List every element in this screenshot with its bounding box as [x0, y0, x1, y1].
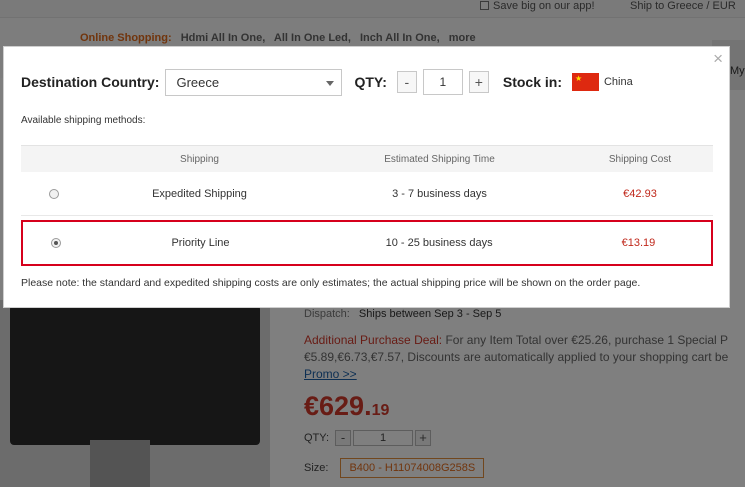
radio-cell [21, 188, 87, 199]
qty-input[interactable]: 1 [422, 69, 463, 95]
radio-button-selected[interactable] [50, 238, 61, 248]
header-cost: Shipping Cost [608, 153, 672, 165]
shipping-cost: €13.19 [621, 237, 656, 249]
radio-cell [23, 238, 89, 248]
table-row-selected[interactable]: Priority Line 10 - 25 business days €13.… [21, 220, 713, 266]
destination-country-select[interactable]: Greece [165, 68, 343, 96]
stock-in-label: Stock in: [502, 74, 562, 90]
destination-country-value: Greece [176, 74, 220, 90]
shipping-note: Please note: the standard and expedited … [21, 277, 641, 289]
close-icon[interactable]: × [713, 50, 723, 67]
qty-label: QTY: [354, 74, 387, 90]
shipping-options-row: Destination Country: Greece QTY: - 1 + S… [21, 68, 633, 96]
qty-minus-button[interactable]: - [396, 71, 417, 93]
header-shipping: Shipping [180, 153, 219, 165]
shipping-modal: × Destination Country: Greece QTY: - 1 +… [3, 46, 730, 308]
qty-plus-button[interactable]: + [468, 71, 489, 93]
table-row[interactable]: Expedited Shipping 3 - 7 business days €… [21, 172, 713, 216]
stock-country: China [603, 76, 633, 88]
chevron-down-icon [326, 80, 335, 86]
shipping-time: 3 - 7 business days [392, 187, 487, 200]
shipping-method: Priority Line [171, 237, 230, 249]
header-time: Estimated Shipping Time [384, 153, 495, 165]
radio-button[interactable] [49, 188, 59, 199]
china-flag-icon: ★ [571, 73, 599, 91]
table-header: Shipping Estimated Shipping Time Shippin… [21, 145, 713, 172]
destination-country-label: Destination Country: [21, 74, 160, 90]
shipping-method: Expedited Shipping [152, 187, 247, 200]
flag-star-icon: ★ [574, 74, 583, 83]
shipping-cost: €42.93 [623, 187, 657, 200]
available-methods-label: Available shipping methods: [21, 115, 146, 126]
shipping-time: 10 - 25 business days [385, 237, 493, 249]
shipping-methods-table: Shipping Estimated Shipping Time Shippin… [21, 145, 713, 266]
